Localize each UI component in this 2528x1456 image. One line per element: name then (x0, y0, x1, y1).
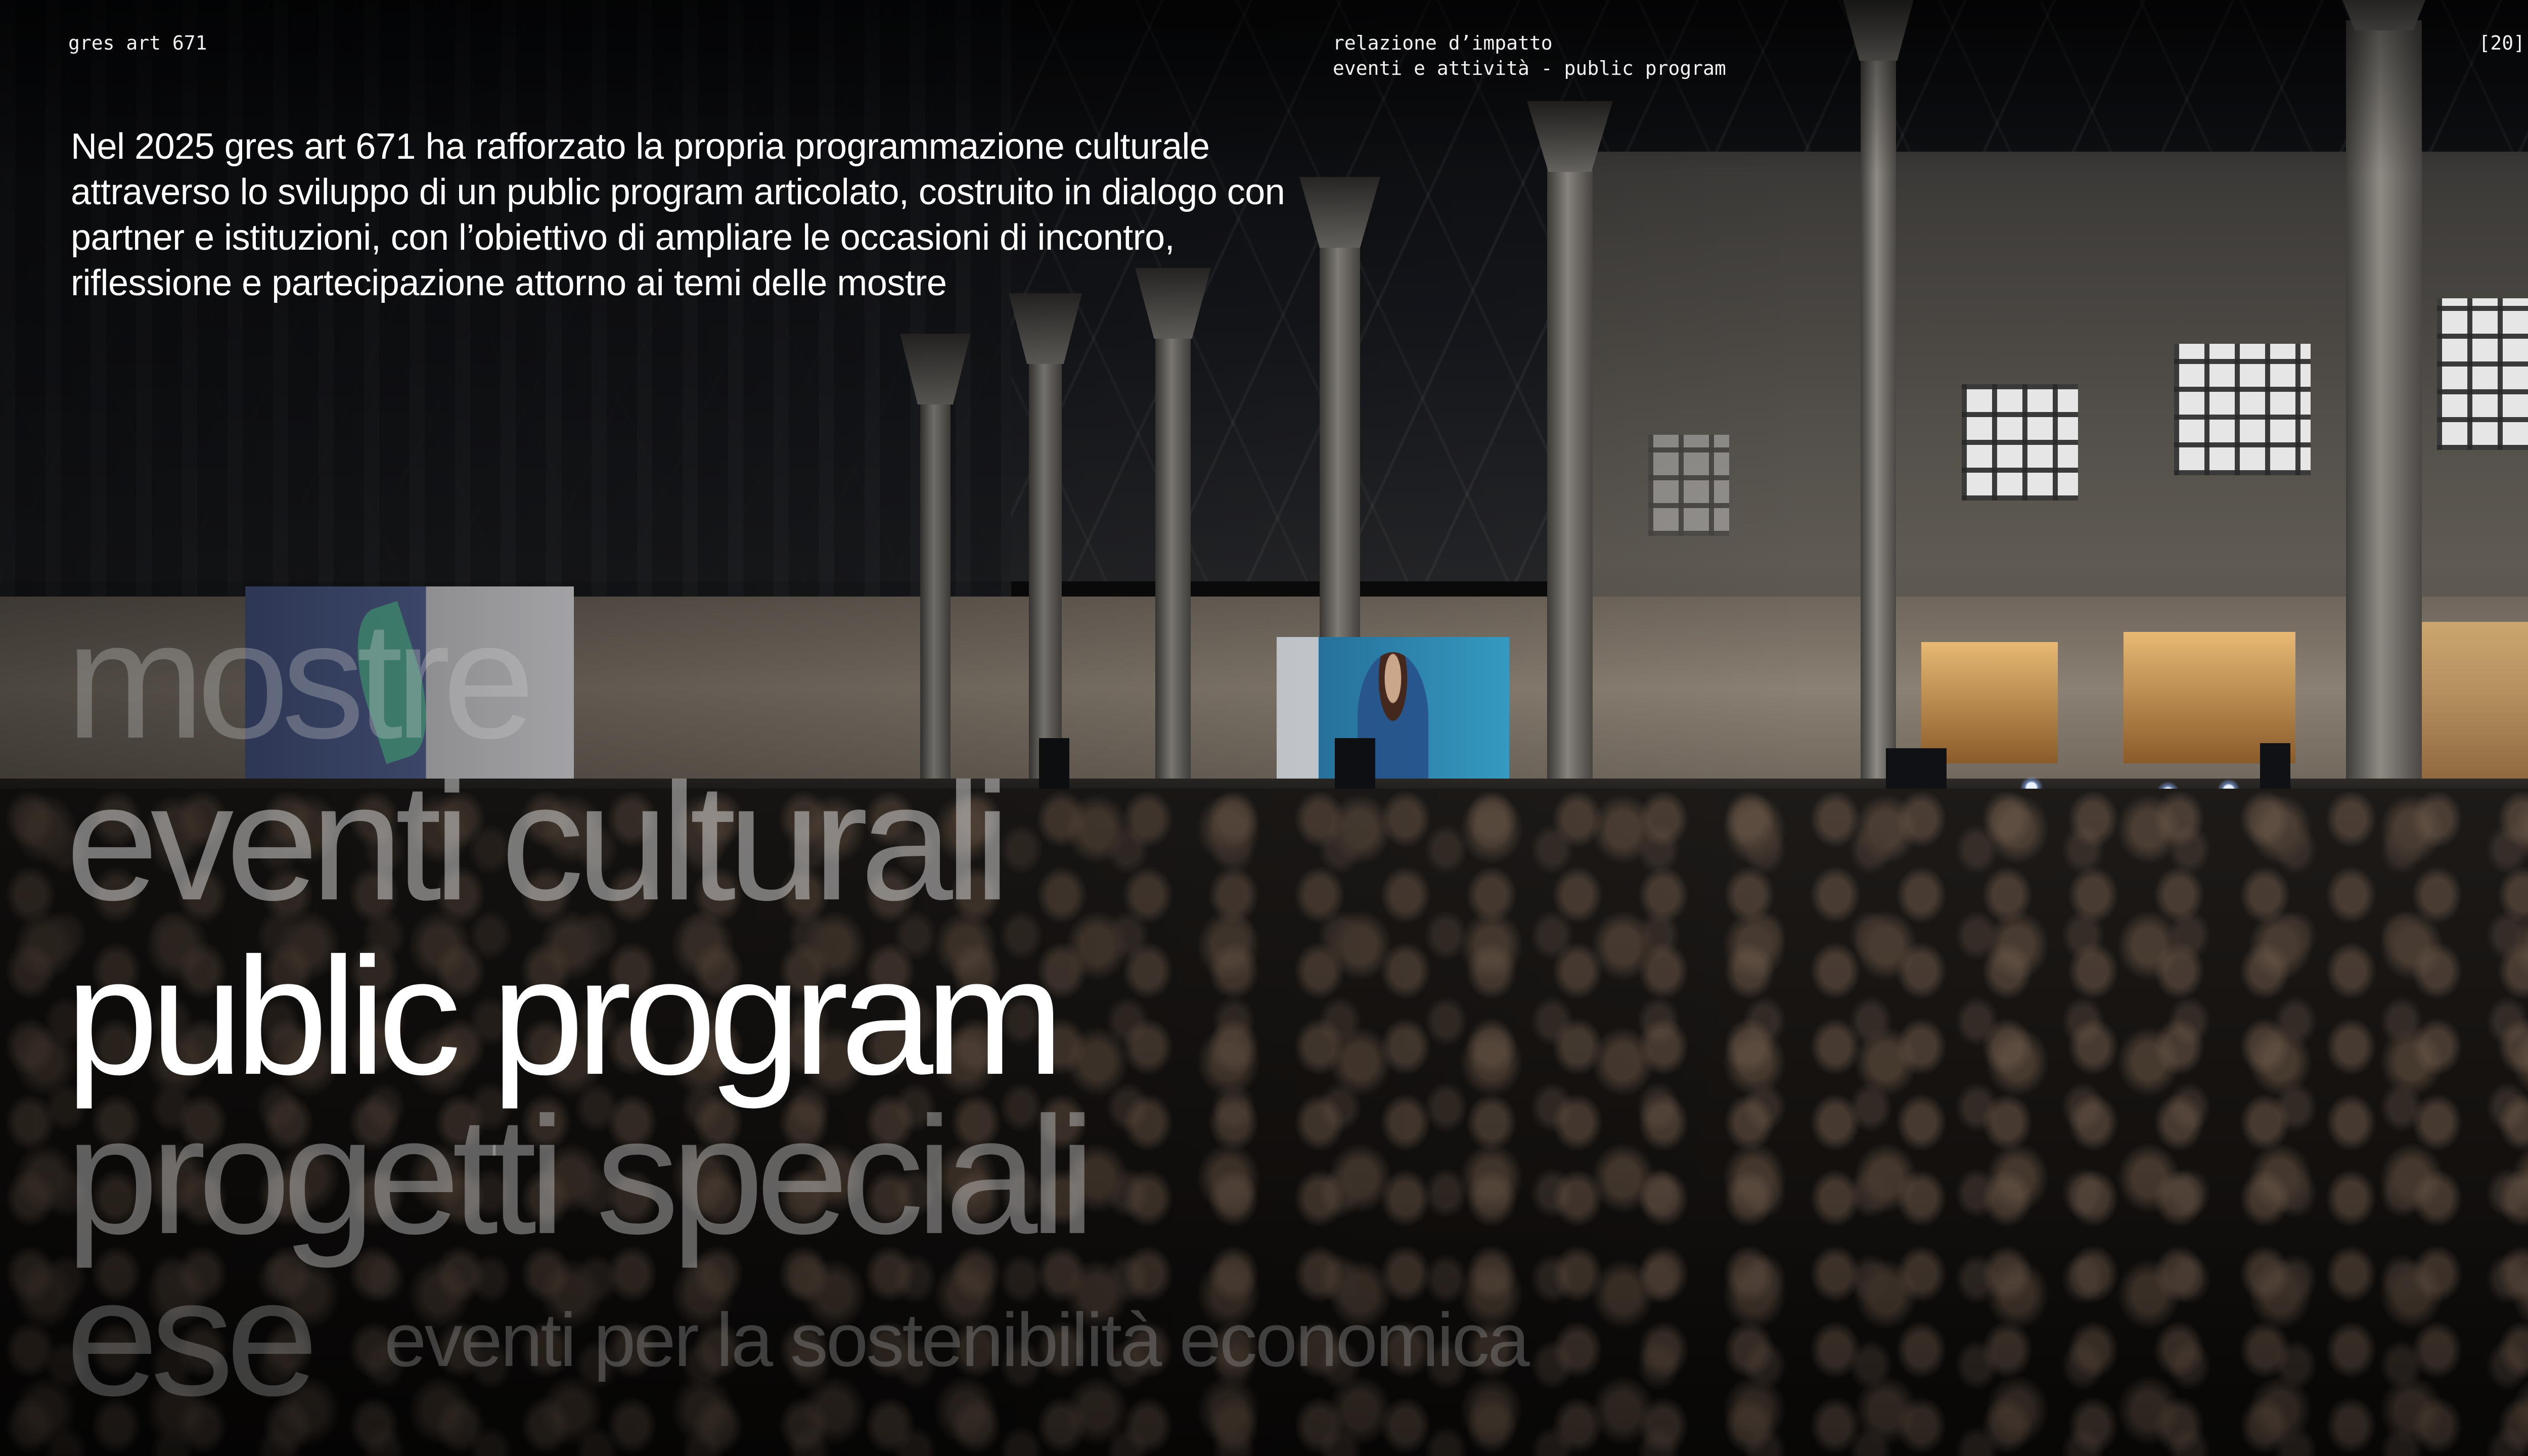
heading-mostre: mostre (66, 586, 535, 773)
section-title: relazione d’impatto (1333, 32, 1553, 54)
section-subtitle: eventi e attività - public program (1333, 57, 1726, 79)
section-heading: relazione d’impatto eventi e attività - … (1333, 30, 1726, 81)
heading-public-program: public program (66, 923, 1064, 1109)
heading-eventi-culturali: eventi culturali (66, 748, 1011, 935)
heading-progetti-speciali: progetti speciali (66, 1082, 1096, 1268)
intro-paragraph: Nel 2025 gres art 671 ha rafforzato la p… (71, 126, 1285, 303)
page-number: [20] (2478, 32, 2525, 54)
brand-label: gres art 671 (68, 32, 207, 54)
heading-ese: ese (66, 1244, 319, 1430)
ese-description: eventi per la sostenibilità economica (384, 1297, 1530, 1382)
